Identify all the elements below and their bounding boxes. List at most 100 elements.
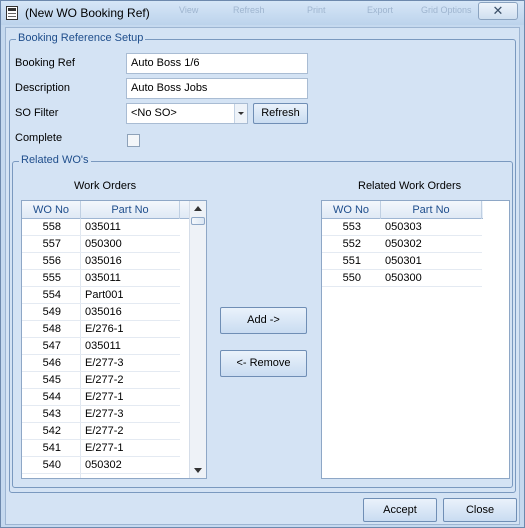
complete-label: Complete (15, 132, 63, 144)
wo-no-cell: 552 (342, 238, 361, 250)
part-no-cell: 035011 (85, 340, 121, 352)
window-close-button[interactable]: ✕ (478, 2, 518, 20)
bg-toolbar-item: Refresh (233, 5, 265, 15)
table-row[interactable]: 544 E/277-1 (22, 389, 180, 406)
wo-no-cell: 540 (42, 459, 61, 471)
so-filter-value: <No SO> (131, 107, 177, 119)
wo-no-cell: 546 (42, 357, 61, 369)
part-no-cell: 050300 (385, 272, 422, 284)
table-row[interactable]: 547 035011 (22, 338, 180, 355)
part-no-cell: 035016 (85, 306, 122, 318)
grid-header: WO No Part No (22, 201, 190, 219)
bg-toolbar-item: Export (367, 5, 394, 15)
table-row[interactable]: 552 050302 (322, 236, 482, 253)
wo-no-cell: 551 (342, 255, 361, 267)
related-wos-group: Related WO's Work Orders Related Work Or… (12, 154, 513, 488)
title-bar: (New WO Booking Ref) View Refresh Print … (1, 1, 524, 25)
part-no-cell: E/277-3 (85, 357, 124, 369)
part-no-column-header[interactable]: Part No (81, 201, 180, 219)
work-orders-grid: WO No Part No 558 035011 557 050300 556 03501… (21, 200, 207, 479)
wo-no-cell: 550 (342, 272, 361, 284)
so-filter-select[interactable]: <No SO> (126, 103, 248, 124)
wo-no-cell: 549 (42, 306, 61, 318)
booking-ref-label: Booking Ref (15, 57, 75, 69)
table-row[interactable]: 543 E/277-3 (22, 406, 180, 423)
chevron-down-icon[interactable] (234, 104, 247, 123)
part-no-cell: 035011 (85, 221, 121, 233)
accept-button[interactable]: Accept (363, 498, 437, 522)
part-no-cell: 050303 (385, 221, 422, 233)
table-row[interactable]: 549 035016 (22, 304, 180, 321)
work-orders-caption: Work Orders (74, 180, 137, 192)
part-no-column-header[interactable]: Part No (381, 201, 482, 219)
complete-checkbox[interactable] (127, 134, 140, 147)
booking-reference-legend: Booking Reference Setup (16, 32, 146, 44)
scroll-thumb[interactable] (191, 217, 205, 225)
part-no-cell: 035011 (85, 272, 121, 284)
wo-no-cell: 555 (42, 272, 61, 284)
part-no-cell: 050302 (385, 238, 422, 250)
wo-no-cell: 545 (42, 374, 61, 386)
part-no-cell: 050300 (85, 238, 122, 250)
table-row[interactable]: 541 E/277-1 (22, 440, 180, 457)
table-row[interactable]: 546 E/277-3 (22, 355, 180, 372)
work-orders-scrollbar[interactable] (189, 201, 206, 478)
part-no-cell: E/277-3 (85, 408, 124, 420)
close-icon: ✕ (492, 3, 504, 18)
refresh-button[interactable]: Refresh (253, 103, 308, 124)
table-row[interactable]: 550 050300 (322, 270, 482, 287)
part-no-cell: Part001 (85, 289, 124, 301)
table-row[interactable]: 554 Part001 (22, 287, 180, 304)
add-button[interactable]: Add -> (220, 307, 307, 334)
part-no-cell: E/276-1 (85, 323, 124, 335)
wo-no-column-header[interactable]: WO No (322, 201, 381, 219)
scroll-up-icon[interactable] (194, 206, 202, 211)
wo-no-cell: 548 (42, 323, 61, 335)
bg-toolbar-item: View (179, 5, 199, 15)
booking-ref-window: (New WO Booking Ref) View Refresh Print … (0, 0, 525, 528)
table-row[interactable]: 542 E/277-2 (22, 423, 180, 440)
close-button[interactable]: Close (443, 498, 517, 522)
table-row[interactable]: 556 035016 (22, 253, 180, 270)
table-row[interactable]: 540 050302 (22, 457, 180, 474)
part-no-cell: E/277-1 (85, 391, 124, 403)
part-no-cell: 035016 (85, 255, 122, 267)
description-label: Description (15, 82, 71, 94)
so-filter-label: SO Filter (15, 107, 59, 119)
wo-no-column-header[interactable]: WO No (22, 201, 81, 219)
table-row[interactable]: 545 E/277-2 (22, 372, 180, 389)
table-row[interactable]: 548 E/276-1 (22, 321, 180, 338)
wo-no-cell: 542 (42, 425, 61, 437)
part-no-cell: 050301 (385, 255, 422, 267)
wo-no-cell: 558 (42, 221, 61, 233)
wo-no-cell: 541 (42, 442, 61, 454)
wo-no-cell: 557 (42, 238, 61, 250)
wo-no-cell: 543 (42, 408, 61, 420)
wo-no-cell: 547 (42, 340, 61, 352)
related-work-orders-caption: Related Work Orders (358, 180, 462, 192)
part-no-cell: E/277-2 (85, 374, 124, 386)
table-row[interactable]: 553 050303 (322, 219, 482, 236)
related-work-orders-grid: WO No Part No 553 050303 552 050302 551 05030… (321, 200, 510, 479)
part-no-cell: 050302 (85, 459, 122, 471)
table-row[interactable]: 557 050300 (22, 236, 180, 253)
bg-toolbar-item: Grid Options (421, 5, 472, 15)
dialog-body: Booking Reference Setup Booking Ref Auto… (5, 27, 520, 525)
table-row[interactable]: 558 035011 (22, 219, 180, 236)
form-icon (6, 6, 18, 20)
related-wos-legend: Related WO's (19, 154, 91, 166)
grid-header: WO No Part No (322, 201, 483, 219)
wo-no-cell: 556 (42, 255, 61, 267)
part-no-cell: E/277-1 (85, 442, 124, 454)
booking-ref-input[interactable]: Auto Boss 1/6 (126, 53, 308, 74)
table-row[interactable]: 555 035011 (22, 270, 180, 287)
scroll-down-icon[interactable] (194, 468, 202, 473)
booking-reference-group: Booking Reference Setup Booking Ref Auto… (9, 32, 516, 493)
table-row[interactable]: 551 050301 (322, 253, 482, 270)
window-title: (New WO Booking Ref) (25, 6, 150, 20)
remove-button[interactable]: <- Remove (220, 350, 307, 377)
wo-no-cell: 554 (42, 289, 61, 301)
description-input[interactable]: Auto Boss Jobs (126, 78, 308, 99)
wo-no-cell: 544 (42, 391, 61, 403)
wo-no-cell: 553 (342, 221, 361, 233)
